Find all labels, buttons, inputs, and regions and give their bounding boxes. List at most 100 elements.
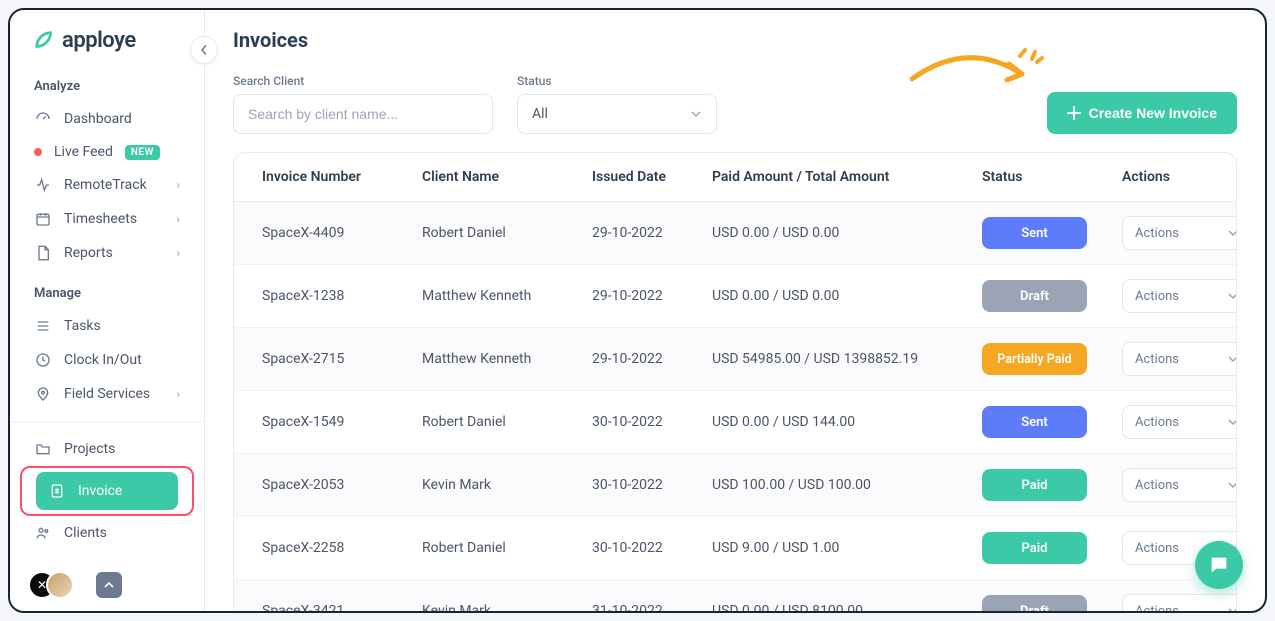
cell-client: Matthew Kenneth bbox=[422, 351, 592, 367]
nav-label: Tasks bbox=[64, 318, 101, 334]
chevron-right-icon: › bbox=[176, 246, 180, 260]
plus-icon bbox=[1067, 106, 1081, 120]
sidebar-item-reports[interactable]: Reports › bbox=[10, 236, 204, 270]
cell-issued: 29-10-2022 bbox=[592, 225, 712, 241]
row-actions-dropdown[interactable]: Actions bbox=[1122, 279, 1237, 313]
cell-amount: USD 100.00 / USD 100.00 bbox=[712, 477, 982, 493]
chevron-down-icon bbox=[1227, 416, 1237, 428]
table-row: SpaceX-2715Matthew Kenneth29-10-2022USD … bbox=[234, 328, 1236, 391]
invoices-table: Invoice Number Client Name Issued Date P… bbox=[233, 152, 1237, 611]
cell-amount: USD 0.00 / USD 8100.00 bbox=[712, 603, 982, 611]
cell-invoice: SpaceX-1549 bbox=[262, 414, 422, 430]
nav-label: Clock In/Out bbox=[64, 352, 142, 368]
table-row: SpaceX-2053Kevin Mark30-10-2022USD 100.0… bbox=[234, 454, 1236, 517]
search-input[interactable] bbox=[233, 94, 493, 134]
sidebar-item-field[interactable]: Field Services › bbox=[10, 377, 204, 411]
sidebar-item-projects[interactable]: Projects bbox=[10, 432, 204, 466]
table-row: SpaceX-2258Robert Daniel30-10-2022USD 9.… bbox=[234, 517, 1236, 580]
status-badge: Draft bbox=[982, 595, 1087, 611]
sidebar-item-clock[interactable]: Clock In/Out bbox=[10, 343, 204, 377]
cell-invoice: SpaceX-4409 bbox=[262, 225, 422, 241]
col-invoice: Invoice Number bbox=[262, 169, 422, 185]
logo-text: apploye bbox=[62, 28, 136, 53]
cell-amount: USD 0.00 / USD 0.00 bbox=[712, 288, 982, 304]
clock-icon bbox=[34, 351, 52, 369]
chevron-right-icon: › bbox=[176, 178, 180, 192]
sidebar-item-clients[interactable]: Clients bbox=[10, 516, 204, 550]
sidebar-item-livefeed[interactable]: Live Feed NEW bbox=[10, 136, 204, 168]
search-label: Search Client bbox=[233, 74, 493, 88]
scroll-up-button[interactable] bbox=[96, 572, 122, 598]
divider bbox=[10, 421, 204, 422]
cell-invoice: SpaceX-2053 bbox=[262, 477, 422, 493]
nav-label: Field Services bbox=[64, 386, 150, 402]
chevron-down-icon bbox=[1227, 479, 1237, 491]
sidebar-item-dashboard[interactable]: Dashboard bbox=[10, 102, 204, 136]
document-icon bbox=[34, 244, 52, 262]
chevron-right-icon: › bbox=[176, 387, 180, 401]
cell-client: Robert Daniel bbox=[422, 225, 592, 241]
chevron-down-icon bbox=[1227, 290, 1237, 302]
cell-actions: Actions bbox=[1122, 405, 1237, 439]
nav-label: RemoteTrack bbox=[64, 177, 147, 193]
cell-invoice: SpaceX-3421 bbox=[262, 603, 422, 611]
create-invoice-button[interactable]: Create New Invoice bbox=[1047, 92, 1237, 134]
chevron-down-icon bbox=[1227, 353, 1237, 365]
row-actions-dropdown[interactable]: Actions bbox=[1122, 594, 1237, 611]
col-status: Status bbox=[982, 169, 1122, 185]
sidebar-item-timesheets[interactable]: Timesheets › bbox=[10, 202, 204, 236]
sidebar-item-invoice[interactable]: Invoice bbox=[36, 472, 178, 510]
cell-status: Draft bbox=[982, 280, 1122, 312]
cell-status: Partially Paid bbox=[982, 343, 1122, 375]
logo[interactable]: apploye bbox=[10, 10, 204, 63]
cell-client: Robert Daniel bbox=[422, 414, 592, 430]
cell-client: Robert Daniel bbox=[422, 540, 592, 556]
cell-actions: Actions bbox=[1122, 594, 1237, 611]
invoice-highlight: Invoice bbox=[20, 466, 194, 516]
row-actions-dropdown[interactable]: Actions bbox=[1122, 342, 1237, 376]
callout-arrow-icon bbox=[907, 44, 1047, 104]
chevron-down-icon bbox=[1227, 605, 1237, 611]
table-row: SpaceX-1238Matthew Kenneth29-10-2022USD … bbox=[234, 265, 1236, 328]
page-title: Invoices bbox=[233, 28, 1237, 52]
folder-icon bbox=[34, 440, 52, 458]
row-actions-dropdown[interactable]: Actions bbox=[1122, 405, 1237, 439]
cell-status: Sent bbox=[982, 406, 1122, 438]
row-actions-dropdown[interactable]: Actions bbox=[1122, 468, 1237, 502]
row-actions-dropdown[interactable]: Actions bbox=[1122, 216, 1237, 250]
chevron-right-icon: › bbox=[176, 212, 180, 226]
cell-amount: USD 9.00 / USD 1.00 bbox=[712, 540, 982, 556]
status-badge: Paid bbox=[982, 469, 1087, 501]
cell-amount: USD 0.00 / USD 0.00 bbox=[712, 225, 982, 241]
cell-actions: Actions bbox=[1122, 468, 1237, 502]
status-badge: Sent bbox=[982, 217, 1087, 249]
avatar-group[interactable]: ✕ bbox=[28, 571, 74, 599]
search-client-group: Search Client bbox=[233, 74, 493, 134]
cell-issued: 29-10-2022 bbox=[592, 351, 712, 367]
nav-label: Live Feed bbox=[54, 144, 113, 160]
col-issued: Issued Date bbox=[592, 169, 712, 185]
table-row: SpaceX-3421Kevin Mark31-10-2022USD 0.00 … bbox=[234, 580, 1236, 611]
activity-icon bbox=[34, 176, 52, 194]
chat-button[interactable] bbox=[1195, 541, 1243, 589]
status-label: Status bbox=[517, 74, 717, 88]
sidebar-item-remotetrack[interactable]: RemoteTrack › bbox=[10, 168, 204, 202]
cell-issued: 30-10-2022 bbox=[592, 540, 712, 556]
sidebar-collapse-button[interactable] bbox=[190, 36, 218, 64]
col-client: Client Name bbox=[422, 169, 592, 185]
cell-issued: 29-10-2022 bbox=[592, 288, 712, 304]
main-content: Invoices Search Client Status All C bbox=[205, 10, 1265, 611]
sidebar-item-tasks[interactable]: Tasks bbox=[10, 309, 204, 343]
live-dot-icon bbox=[34, 148, 42, 156]
status-filter-group: Status All bbox=[517, 74, 717, 134]
new-badge: NEW bbox=[125, 145, 160, 160]
table-body: SpaceX-4409Robert Daniel29-10-2022USD 0.… bbox=[234, 202, 1236, 611]
location-icon bbox=[34, 385, 52, 403]
status-select[interactable]: All bbox=[517, 94, 717, 134]
cell-issued: 31-10-2022 bbox=[592, 603, 712, 611]
chevron-down-icon bbox=[1227, 227, 1237, 239]
cell-status: Draft bbox=[982, 595, 1122, 611]
filter-row: Search Client Status All Create New Invo… bbox=[233, 74, 1237, 134]
col-amount: Paid Amount / Total Amount bbox=[712, 169, 982, 185]
cell-issued: 30-10-2022 bbox=[592, 477, 712, 493]
